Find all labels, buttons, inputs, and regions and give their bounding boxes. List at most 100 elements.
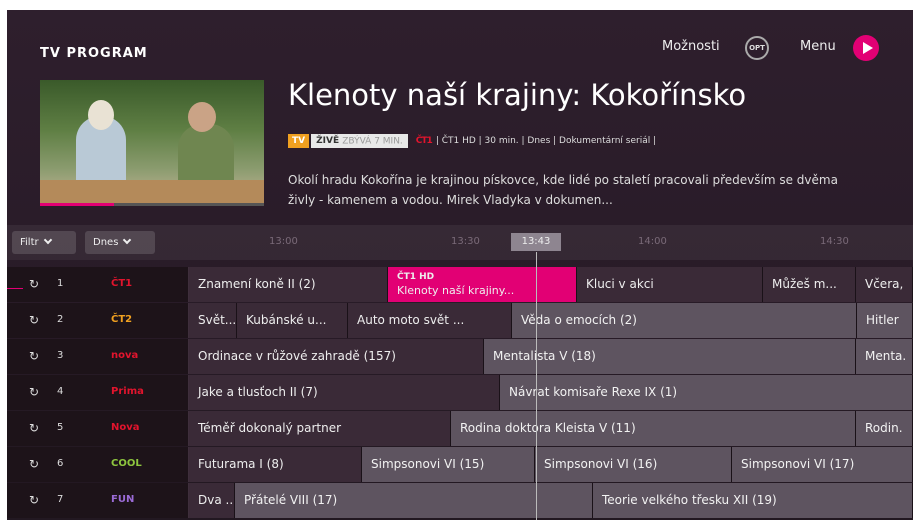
program-cell[interactable]: Rodin. (856, 411, 913, 446)
channel-logo: FUN (111, 494, 135, 505)
program-title: Teorie velkého třesku XII (19) (602, 493, 777, 507)
program-channel: ČT1 HD (397, 272, 435, 282)
program-cell[interactable]: Jake a tlusťoch II (7) (189, 375, 500, 410)
replay-icon: ↻ (29, 493, 40, 507)
tv-badge: TV (288, 134, 310, 148)
channel-row: ↻ 6 COOL Futurama I (8) Simpsonovi VI (15) Si… (7, 447, 913, 482)
time-tick: 13:30 (451, 236, 480, 247)
menu-label[interactable]: Menu (800, 39, 836, 54)
program-title: Auto moto svět ... (357, 313, 465, 327)
program-cell[interactable]: Věda o emocích (2) (512, 303, 857, 338)
program-cell[interactable]: Teorie velkého třesku XII (19) (593, 483, 913, 518)
program-cell[interactable]: Rodina doktora Kleista V (11) (451, 411, 856, 446)
menu-play-icon[interactable] (853, 35, 879, 61)
program-title: Včera, (865, 277, 904, 291)
person-head (188, 102, 216, 132)
program-title: Simpsonovi VI (16) (544, 457, 658, 471)
channel-cell[interactable]: ↻ 6 COOL (7, 447, 189, 482)
program-cell[interactable]: Přátelé VIII (17) (235, 483, 593, 518)
program-title: Mentalista V (18) (493, 349, 596, 363)
program-cell[interactable]: Auto moto svět ... (348, 303, 512, 338)
show-meta: TV ŽIVĚ ZBÝVÁ 7 MIN. ČT1 | ČT1 HD | 30 min.… (288, 134, 660, 148)
program-title: Menta. (865, 349, 907, 363)
chevron-down-icon (43, 235, 52, 245)
channel-logo: Nova (111, 422, 140, 433)
channel-logo: Prima (111, 386, 144, 397)
program-cell-selected[interactable]: ČT1 HD Klenoty naší krajiny... (388, 267, 577, 302)
channel-cell[interactable]: ↻ 2 ČT2 (7, 303, 189, 338)
program-cell[interactable]: Simpsonovi VI (16) (535, 447, 732, 482)
program-title: Svět... (198, 313, 237, 327)
program-cell[interactable]: Ordinace v růžové zahradě (157) (189, 339, 484, 374)
program-title: Rodin. (865, 421, 903, 435)
replay-icon: ↻ (29, 277, 40, 291)
program-title: Kubánské u... (246, 313, 327, 327)
tv-screen: TV PROGRAM Možnosti OPT Menu Klenoty naš… (7, 10, 913, 520)
channel-cell[interactable]: ↻ 5 Nova (7, 411, 189, 446)
program-cell[interactable]: Simpsonovi VI (17) (732, 447, 913, 482)
program-cell[interactable]: Včera, (856, 267, 913, 302)
program-title: Dva ... (198, 493, 235, 507)
channel-row: ↻ 3 nova Ordinace v růžové zahradě (157) Men… (7, 339, 913, 374)
row-focus-indicator (7, 288, 23, 289)
program-cell[interactable]: Návrat komisaře Rexe IX (1) (500, 375, 913, 410)
program-title: Simpsonovi VI (15) (371, 457, 485, 471)
time-tick: 14:00 (638, 236, 667, 247)
current-time-marker: 13:43 (511, 233, 561, 251)
filter-label: Filtr (20, 237, 39, 248)
program-cell[interactable]: Kubánské u... (237, 303, 348, 338)
program-title: Rodina doktora Kleista V (11) (460, 421, 636, 435)
options-button[interactable]: OPT (745, 36, 769, 60)
replay-icon: ↻ (29, 313, 40, 327)
channel-logo: nova (111, 350, 139, 361)
channel-cell[interactable]: ↻ 4 Prima (7, 375, 189, 410)
replay-icon: ↻ (29, 421, 40, 435)
program-title: Věda o emocích (2) (521, 313, 637, 327)
program-cell[interactable]: Simpsonovi VI (15) (362, 447, 535, 482)
time-tick: 13:00 (269, 236, 298, 247)
channel-cell[interactable]: ↻ 7 FUN (7, 483, 189, 518)
program-cell[interactable]: Můžeš m... (763, 267, 856, 302)
show-title: Klenoty naší krajiny: Kokořínsko (288, 78, 747, 112)
program-title: Přátelé VIII (17) (244, 493, 338, 507)
program-title: Můžeš m... (772, 277, 837, 291)
program-cell[interactable]: Mentalista V (18) (484, 339, 856, 374)
channel-number: 2 (57, 314, 64, 325)
program-cell[interactable]: Znamení koně II (2) (189, 267, 388, 302)
program-title: Ordinace v růžové zahradě (157) (198, 349, 396, 363)
program-cell[interactable]: Svět... (189, 303, 237, 338)
day-dropdown[interactable]: Dnes (85, 231, 155, 254)
program-cell[interactable]: Téměř dokonalý partner (189, 411, 451, 446)
time-tick: 14:30 (820, 236, 849, 247)
playback-progress (40, 203, 264, 206)
channel-number: 1 (57, 278, 64, 289)
filter-dropdown[interactable]: Filtr (12, 231, 76, 254)
channel-row: ↻ 7 FUN Dva ... Přátelé VIII (17) Teorie velk… (7, 483, 913, 518)
program-title: Jake a tlusťoch II (7) (198, 385, 318, 399)
options-label[interactable]: Možnosti (662, 39, 720, 54)
program-cell[interactable]: Dva ... (189, 483, 235, 518)
program-title: Téměř dokonalý partner (198, 421, 342, 435)
channel-number: 7 (57, 494, 64, 505)
channel-logo: ČT2 (111, 314, 133, 325)
channel-cell[interactable]: ↻ 3 nova (7, 339, 189, 374)
remaining-label: ZBÝVÁ 7 MIN. (342, 136, 403, 147)
meta-text: | ČT1 HD | 30 min. | Dnes | Dokumentární… (435, 136, 657, 146)
replay-icon: ↻ (29, 385, 40, 399)
current-time-line (536, 252, 537, 520)
channel-number: 6 (57, 458, 64, 469)
live-label: ŽIVĚ (316, 136, 340, 146)
program-cell[interactable]: Kluci v akci (577, 267, 763, 302)
program-cell[interactable]: Menta. (856, 339, 913, 374)
program-title: Klenoty naší krajiny... (397, 284, 515, 297)
channel-number: 5 (57, 422, 64, 433)
program-cell[interactable]: Hitler (857, 303, 913, 338)
filter-bar: Filtr Dnes 13:00 13:30 14:00 14:30 13:43 (7, 225, 913, 260)
program-cell[interactable]: Futurama I (8) (189, 447, 362, 482)
program-title: Znamení koně II (2) (198, 277, 316, 291)
day-label: Dnes (93, 237, 119, 248)
chevron-down-icon (123, 235, 132, 245)
channel-cell[interactable]: ↻ 1 ČT1 (7, 267, 189, 302)
program-title: Kluci v akci (586, 277, 654, 291)
channel-row: ↻ 5 Nova Téměř dokonalý partner Rodina dokto… (7, 411, 913, 446)
